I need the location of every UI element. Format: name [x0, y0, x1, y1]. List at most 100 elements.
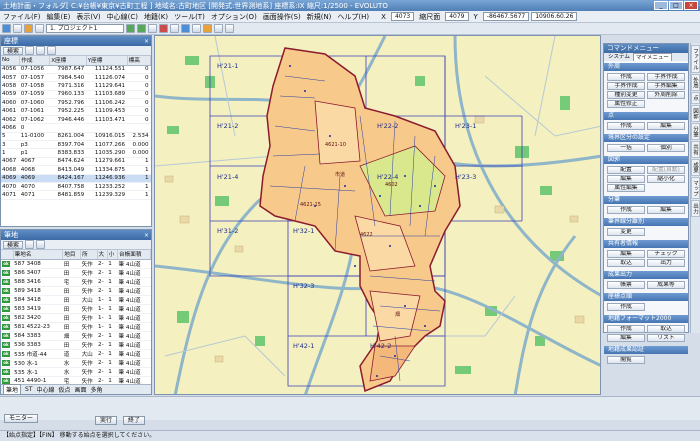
table-row[interactable]: ok 586 3407 田矢作 2- 1 筆 4山道	[1, 268, 151, 278]
table-row[interactable]: ok 535 市道-44 道大山 2- 1 筆 4山道	[1, 349, 151, 359]
save-icon[interactable]	[24, 24, 33, 33]
command-button[interactable]: 作成	[607, 122, 645, 130]
table-row[interactable]: ok 535 水-1 水矢作 2- 1 筆 4山道	[1, 367, 151, 377]
column-header[interactable]: 筆地名	[13, 250, 64, 260]
command-button[interactable]: 閲覧	[607, 356, 645, 364]
exec-button[interactable]: 実行	[95, 416, 118, 425]
lot-search-button[interactable]: 検索	[3, 240, 24, 249]
coord-value-field[interactable]: 4079	[445, 12, 469, 21]
panel-tab[interactable]: 多角	[91, 385, 103, 394]
print-icon[interactable]	[35, 24, 44, 33]
column-header[interactable]: 大	[97, 250, 108, 260]
column-header[interactable]: 台帳面積	[117, 250, 151, 260]
panel-close-icon[interactable]: ×	[144, 232, 151, 239]
zoom-out-icon[interactable]	[137, 24, 146, 33]
column-header[interactable]: No	[1, 56, 21, 66]
command-button[interactable]: 成果等	[647, 281, 685, 289]
side-tab[interactable]: マップ	[691, 176, 700, 199]
menu-item[interactable]: オプション(O)	[208, 12, 260, 22]
table-row[interactable]: ok 530 水-1 水矢作 2- 1 筆 4山道	[1, 358, 151, 368]
search-button[interactable]: 検索	[3, 46, 24, 55]
table-row[interactable]: 4056 07-1056 7987.647 11124.551 0	[1, 65, 151, 74]
command-button[interactable]: 属性編集	[607, 184, 645, 192]
table-row[interactable]: 4067 4067 8474.624 11279.661 1	[1, 157, 151, 167]
column-header[interactable]: 所	[80, 250, 98, 260]
column-header[interactable]: 小	[107, 250, 119, 260]
command-button[interactable]: 変更	[607, 228, 645, 236]
layer-icon[interactable]	[181, 24, 190, 33]
command-button[interactable]: 帳票	[607, 281, 645, 289]
table-row[interactable]: 4069 4069 8424.167 11246.936 1	[1, 174, 151, 183]
column-header[interactable]	[1, 250, 14, 260]
maximize-button[interactable]: □	[669, 1, 683, 10]
table-row[interactable]: 4057 07-1057 7984.540 11126.074 0	[1, 73, 151, 83]
command-button[interactable]: 編集	[647, 206, 685, 214]
select-icon[interactable]	[159, 24, 168, 33]
map-canvas[interactable]: H'21-1 H'21-2 H'22-2 H'23-1 H'21-4 H'22-4 H'23…	[154, 35, 601, 395]
table-row[interactable]: 3 p3 8397.704 11077.266 0.000	[1, 140, 151, 150]
menu-item[interactable]: 地籍(K)	[141, 12, 171, 22]
command-button[interactable]: 縮小化	[647, 175, 685, 183]
table-row[interactable]: 4061 07-1061 7952.225 11109.453 0	[1, 106, 151, 116]
undo-icon[interactable]	[214, 24, 223, 33]
panel-tab[interactable]: 仮点	[59, 385, 71, 394]
command-button[interactable]: 作成	[607, 206, 645, 214]
menu-item[interactable]: 画面操作(S)	[260, 12, 304, 22]
table-row[interactable]: ok 583 3419 田矢作 1- 1 筆 4山道	[1, 304, 151, 314]
command-button[interactable]: 種別変更	[607, 91, 645, 99]
menu-item[interactable]: 新規(N)	[304, 12, 335, 22]
side-tab[interactable]: 分筆	[691, 122, 700, 140]
command-button[interactable]: 編集	[647, 122, 685, 130]
menu-item[interactable]: 表示(V)	[73, 12, 103, 22]
command-button[interactable]: 編集	[607, 250, 645, 258]
table-row[interactable]: 4062 07-1062 7946.446 11103.471 0	[1, 115, 151, 125]
grid-icon[interactable]	[203, 24, 212, 33]
table-row[interactable]: ok 536 3383 田矢作 2- 1 筆 4山道	[1, 340, 151, 350]
measure-icon[interactable]	[170, 24, 179, 33]
table-row[interactable]: 5 11-0100 8261.004 10916.015 2.534	[1, 132, 151, 142]
table-row[interactable]: ok 584 3383 畑矢作 2- 1 筆 4山道	[1, 331, 151, 341]
table-row[interactable]: 1 p1 8383.833 11035.290 0.000	[1, 148, 151, 158]
table-row[interactable]: ok 587 3408 田矢作 2- 1 筆 4山道	[1, 259, 151, 269]
table-row[interactable]: 4066 0	[1, 123, 151, 133]
menu-item[interactable]: ヘルプ(H)	[334, 12, 372, 22]
command-button[interactable]: 属性修正	[607, 100, 645, 108]
menu-item[interactable]: ファイル(F)	[0, 12, 44, 22]
panel-close-icon[interactable]: ×	[144, 38, 151, 45]
command-button[interactable]: 出力	[647, 259, 685, 267]
panel-tab[interactable]: 中心線	[37, 385, 55, 394]
table-row[interactable]: 4071 4071 8481.859 11239.329 1	[1, 190, 151, 200]
command-button[interactable]: チェック	[647, 250, 685, 258]
table-row[interactable]: 4068 4068 8413.049 11334.875 1	[1, 165, 151, 175]
project-dropdown[interactable]: 1. プロジェクト1	[46, 24, 124, 33]
sort-icon[interactable]	[36, 46, 46, 55]
table-row[interactable]: ok 581 4522-23 田矢作 1- 1 筆 4山道	[1, 322, 151, 332]
command-tab[interactable]: マイメニュー	[632, 53, 672, 61]
coord-value-field[interactable]: 10906.60.26	[531, 12, 578, 21]
command-button[interactable]: 手界作成	[607, 82, 645, 90]
command-button[interactable]: 外周削除	[647, 91, 685, 99]
side-tab[interactable]: 点	[691, 92, 700, 104]
menu-item[interactable]: 編集(E)	[44, 12, 74, 22]
table-row[interactable]: ok 582 3420 田矢作 1- 1 筆 4山道	[1, 313, 151, 323]
table-row[interactable]: 4059 07-1059 7960.133 11103.689 0	[1, 90, 151, 100]
side-tab[interactable]: ファイル	[691, 45, 700, 73]
panel-tab[interactable]: ST	[25, 386, 32, 393]
command-button[interactable]: 作成	[607, 325, 645, 333]
menu-item[interactable]: 中心線(C)	[104, 12, 141, 22]
pan-icon[interactable]	[148, 24, 157, 33]
command-tab[interactable]: システム	[606, 53, 632, 61]
exit-button[interactable]: 終了	[123, 416, 146, 425]
panel-tab[interactable]: 画面	[75, 385, 87, 394]
command-button[interactable]: 作成	[607, 73, 645, 81]
side-tab[interactable]: 共有	[691, 140, 700, 158]
command-button[interactable]: 個別	[647, 144, 685, 152]
side-tab[interactable]: 外周	[691, 74, 700, 91]
column-header[interactable]: X座標	[49, 56, 87, 66]
coord-value-field[interactable]: -86467.5677	[482, 12, 530, 21]
column-header[interactable]: Y座標	[86, 56, 128, 66]
column-header[interactable]: 標高	[127, 56, 152, 66]
command-button[interactable]: 手界作成	[647, 73, 685, 81]
refresh-icon[interactable]	[192, 24, 201, 33]
table-row[interactable]: ok 589 3418 田矢作 2- 1 筆 4山道	[1, 286, 151, 296]
